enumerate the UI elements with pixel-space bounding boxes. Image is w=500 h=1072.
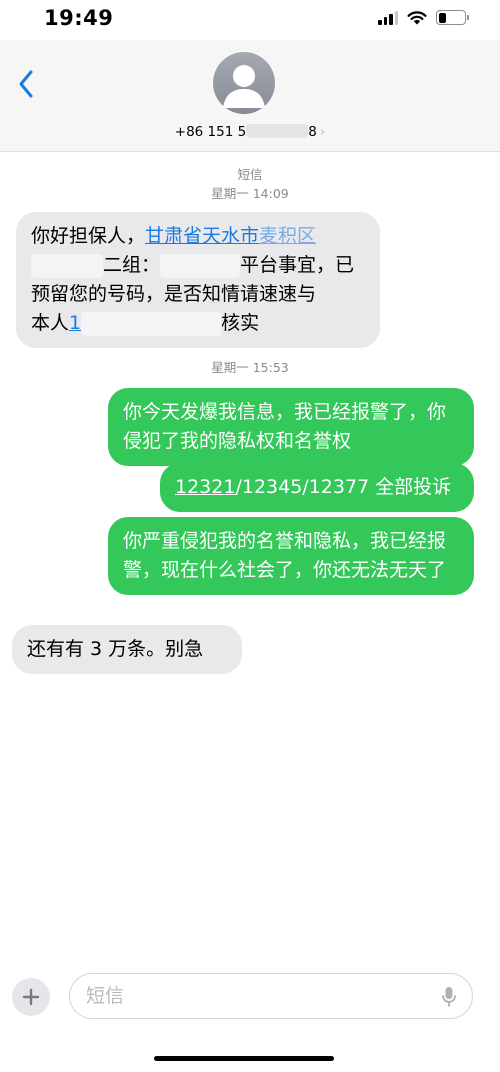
contact-avatar[interactable] [213, 52, 275, 114]
compose-bar [0, 968, 500, 1024]
address-link[interactable]: 甘肃省天水市麦积区 [145, 225, 316, 247]
incoming-message[interactable]: 还有有 3 万条。别急 [12, 625, 242, 674]
cellular-signal-icon [378, 10, 398, 25]
contact-name[interactable]: +86 151 5 8 › [0, 124, 500, 140]
timestamp: 星期一 15:53 [211, 360, 289, 375]
plus-icon [22, 988, 40, 1006]
message-input-container [69, 973, 473, 1019]
wifi-icon [407, 11, 427, 25]
microphone-icon[interactable] [442, 986, 456, 1008]
service-label: 短信 [237, 167, 263, 182]
phone-link[interactable]: 1 [69, 312, 81, 334]
status-time: 19:49 [44, 6, 114, 30]
timestamp: 星期一 14:09 [211, 186, 289, 201]
person-silhouette-icon [223, 65, 265, 108]
outgoing-message[interactable]: 你严重侵犯我的名誉和隐私，我已经报警，现在什么社会了，你还无法无天了 [108, 517, 474, 595]
message-input[interactable] [86, 974, 416, 1018]
outgoing-message[interactable]: 你今天发爆我信息，我已经报警了，你侵犯了我的隐私权和名誉权 [108, 388, 474, 466]
contact-number-tail: 8 [308, 124, 317, 140]
apps-button[interactable] [12, 978, 50, 1016]
battery-icon [436, 10, 469, 25]
chevron-left-icon [19, 70, 33, 98]
outgoing-message[interactable]: 12321/12345/12377 全部投诉 [160, 463, 474, 512]
incoming-message[interactable]: 你好担保人，甘肃省天水市麦积区 二组： 平台事宜，已 预留您的号码，是否知情请速速… [16, 212, 380, 348]
back-button[interactable] [8, 62, 44, 106]
conversation-header: +86 151 5 8 › [0, 40, 500, 152]
contact-number: +86 151 5 [174, 124, 247, 140]
status-icons [378, 10, 469, 25]
phone-link[interactable]: 12321 [175, 476, 235, 498]
home-indicator[interactable] [154, 1056, 334, 1061]
chevron-right-icon: › [319, 124, 326, 140]
status-bar: 19:49 [0, 0, 500, 40]
